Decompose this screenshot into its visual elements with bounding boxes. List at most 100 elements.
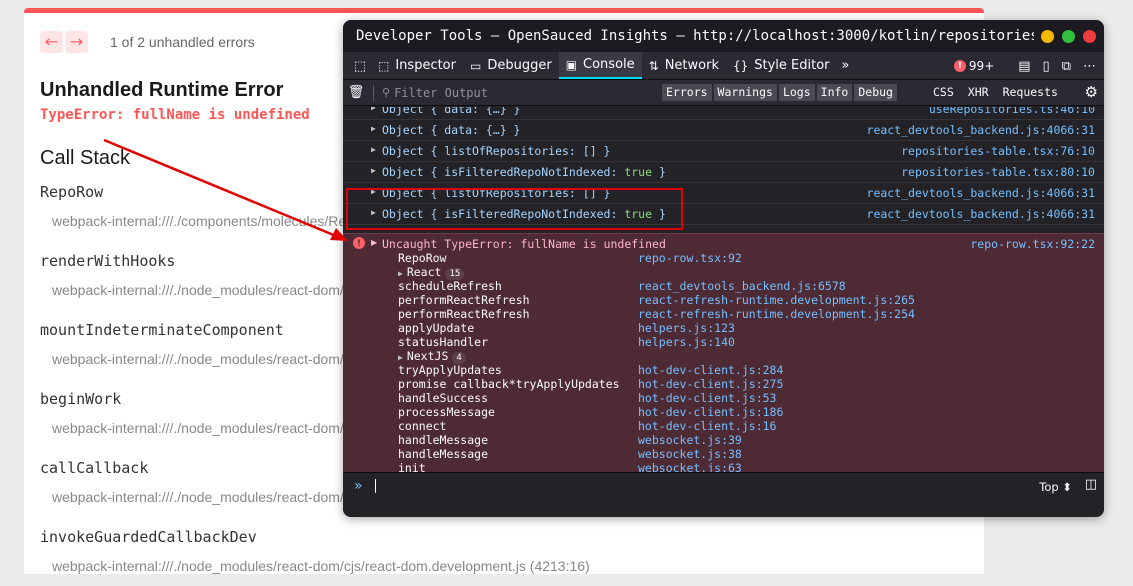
log-source-link[interactable]: repositories-table.tsx:80:10 <box>901 165 1095 179</box>
more-tabs-icon[interactable]: » <box>837 58 855 73</box>
inspector-icon: ⬚ <box>378 58 390 73</box>
error-navigation: ← → 1 of 2 unhandled errors <box>40 31 255 53</box>
stack-location-link[interactable]: hot-dev-client.js:16 <box>638 419 776 433</box>
frame-name: callCallback <box>40 459 149 477</box>
stack-trace-row: handleSuccess hot-dev-client.js:53 <box>398 391 1098 405</box>
previous-error-button[interactable]: ← <box>40 31 63 53</box>
expand-arrow-icon[interactable]: ▶ <box>371 238 377 247</box>
next-error-button[interactable]: → <box>65 31 88 53</box>
log-row[interactable]: ▶ Object { data: {…} } react_devtools_ba… <box>343 120 1104 141</box>
stack-frame[interactable]: callCallback webpack-internal:///./node_… <box>40 459 344 505</box>
stack-group-name: React <box>406 265 442 279</box>
stack-location-link[interactable]: hot-dev-client.js:53 <box>638 391 776 405</box>
stack-location-link[interactable]: websocket.js:38 <box>638 447 742 461</box>
console-settings-gear-icon[interactable]: ⚙ <box>1085 83 1098 101</box>
stack-frame[interactable]: renderWithHooks webpack-internal:///./no… <box>40 252 344 298</box>
stack-location-link[interactable]: hot-dev-client.js:275 <box>638 377 783 391</box>
overlay-title: Unhandled Runtime Error <box>40 79 284 101</box>
stack-location-link[interactable]: helpers.js:140 <box>638 335 735 349</box>
log-message-text: Object { isFilteredRepoNotIndexed: <box>382 165 625 179</box>
expand-arrow-icon[interactable]: ▶ <box>371 166 376 175</box>
stack-frame[interactable]: RepoRow webpack-internal:///./components… <box>40 183 346 229</box>
debugger-icon: ▭ <box>469 58 482 73</box>
log-message: Object { data: {…} } <box>382 107 521 116</box>
log-source-link[interactable]: repositories-table.tsx:76:10 <box>901 144 1095 158</box>
devtools-toolbar: ⬚ ⬚ Inspector ▭ Debugger ▣ Console ⇅ Net… <box>343 52 1104 80</box>
expand-arrow-icon[interactable]: ▶ <box>371 145 376 154</box>
stack-group[interactable]: ▶ React 15 <box>398 265 465 280</box>
error-icon: ! <box>953 60 966 72</box>
filter-output-input[interactable] <box>394 85 655 100</box>
tab-network[interactable]: ⇅ Network <box>642 52 726 79</box>
clear-console-icon[interactable]: 🗑 <box>343 85 369 100</box>
filter-debug[interactable]: Debug <box>854 84 897 101</box>
stack-frame[interactable]: mountIndeterminateComponent webpack-inte… <box>40 321 344 367</box>
window-title: Developer Tools — OpenSauced Insights — … <box>356 28 1034 44</box>
filter-errors[interactable]: Errors <box>662 84 712 101</box>
expand-arrow-icon[interactable]: ▶ <box>371 124 376 133</box>
editor-mode-icon[interactable]: ◫ <box>1085 477 1097 492</box>
filter-info[interactable]: Info <box>816 84 853 101</box>
tab-label: Style Editor <box>754 58 830 73</box>
stack-location-link[interactable]: react-refresh-runtime.development.js:265 <box>638 293 915 307</box>
window-titlebar[interactable]: Developer Tools — OpenSauced Insights — … <box>343 20 1104 52</box>
stack-location-link[interactable]: helpers.js:123 <box>638 321 735 335</box>
stack-location-link[interactable]: websocket.js:63 <box>638 461 742 472</box>
filter-requests[interactable]: Requests <box>1003 85 1058 99</box>
stack-location-link[interactable]: react-refresh-runtime.development.js:254 <box>638 307 915 321</box>
stack-frame[interactable]: invokeGuardedCallbackDev webpack-interna… <box>40 528 590 574</box>
error-source-link[interactable]: repo-row.tsx:92:22 <box>970 237 1095 251</box>
minimize-button[interactable] <box>1041 29 1054 43</box>
filter-xhr[interactable]: XHR <box>968 85 989 99</box>
stack-function: promise callback*tryApplyUpdates <box>398 377 620 391</box>
more-options-icon[interactable]: ⋯ <box>1083 59 1096 74</box>
tab-inspector[interactable]: ⬚ Inspector <box>371 52 463 79</box>
log-source-link[interactable]: useRepositories.ts:46:10 <box>929 107 1095 116</box>
expand-arrow-icon: ▶ <box>398 269 403 278</box>
element-picker-icon[interactable]: ⬚ <box>349 55 371 77</box>
log-message: Object { listOfRepositories: [] } <box>382 144 611 158</box>
stack-frame[interactable]: beginWork webpack-internal:///./node_mod… <box>40 390 344 436</box>
expand-arrow-icon[interactable]: ▶ <box>371 107 376 112</box>
stack-group-name: NextJS <box>406 349 449 363</box>
stack-group[interactable]: ▶ NextJS 4 <box>398 349 466 364</box>
log-row[interactable]: ▶ Object { data: {…} } useRepositories.t… <box>343 107 1104 120</box>
console-output[interactable]: ▶ Object { data: {…} } useRepositories.t… <box>343 107 1104 472</box>
stack-function: handleMessage <box>398 447 489 461</box>
close-button[interactable] <box>1083 29 1096 43</box>
filter-logs[interactable]: Logs <box>778 84 815 101</box>
error-count-badge[interactable]: ! 99+ <box>953 59 994 73</box>
log-row[interactable]: ▶ Object { isFilteredRepoNotIndexed: tru… <box>343 162 1104 183</box>
stack-function: applyUpdate <box>398 321 475 335</box>
stack-group-row[interactable]: ▶ React 15 <box>398 265 1098 280</box>
stack-location-link[interactable]: hot-dev-client.js:284 <box>638 363 783 377</box>
error-icon: ! <box>353 237 365 249</box>
console-icon: ▣ <box>565 57 578 72</box>
dock-icon[interactable]: ⧉ <box>1062 59 1071 74</box>
stack-location-link[interactable]: repo-row.tsx:92 <box>638 251 742 265</box>
filter-css[interactable]: CSS <box>933 85 954 99</box>
responsive-mode-icon[interactable]: ▤ <box>1018 59 1030 74</box>
stack-function: scheduleRefresh <box>398 279 502 293</box>
frame-name: RepoRow <box>40 183 104 201</box>
stack-function: processMessage <box>398 405 495 419</box>
frame-picker-icon[interactable]: ▯ <box>1043 59 1050 74</box>
maximize-button[interactable] <box>1062 29 1075 43</box>
log-source-link[interactable]: react_devtools_backend.js:4066:31 <box>867 186 1095 200</box>
log-source-link[interactable]: react_devtools_backend.js:4066:31 <box>867 207 1095 221</box>
tab-debugger[interactable]: ▭ Debugger <box>463 52 559 79</box>
error-log-entry[interactable]: ! ▶ Uncaught TypeError: fullName is unde… <box>343 233 1104 472</box>
context-selector[interactable]: Top ⬍ <box>1039 480 1072 494</box>
log-source-link[interactable]: react_devtools_backend.js:4066:31 <box>867 123 1095 137</box>
stack-location-link[interactable]: react_devtools_backend.js:6578 <box>638 279 846 293</box>
log-row[interactable]: ▶ Object { listOfRepositories: [] } repo… <box>343 141 1104 162</box>
console-input[interactable]: » Top ⬍ ◫ <box>343 472 1104 517</box>
stack-location-link[interactable]: hot-dev-client.js:186 <box>638 405 783 419</box>
filter-warnings[interactable]: Warnings <box>713 84 777 101</box>
stack-group-row[interactable]: ▶ NextJS 4 <box>398 349 1098 364</box>
frame-name: mountIndeterminateComponent <box>40 321 284 339</box>
tab-console[interactable]: ▣ Console <box>558 52 642 79</box>
stack-location-link[interactable]: websocket.js:39 <box>638 433 742 447</box>
divider <box>373 84 374 101</box>
tab-style-editor[interactable]: {} Style Editor <box>726 52 837 79</box>
